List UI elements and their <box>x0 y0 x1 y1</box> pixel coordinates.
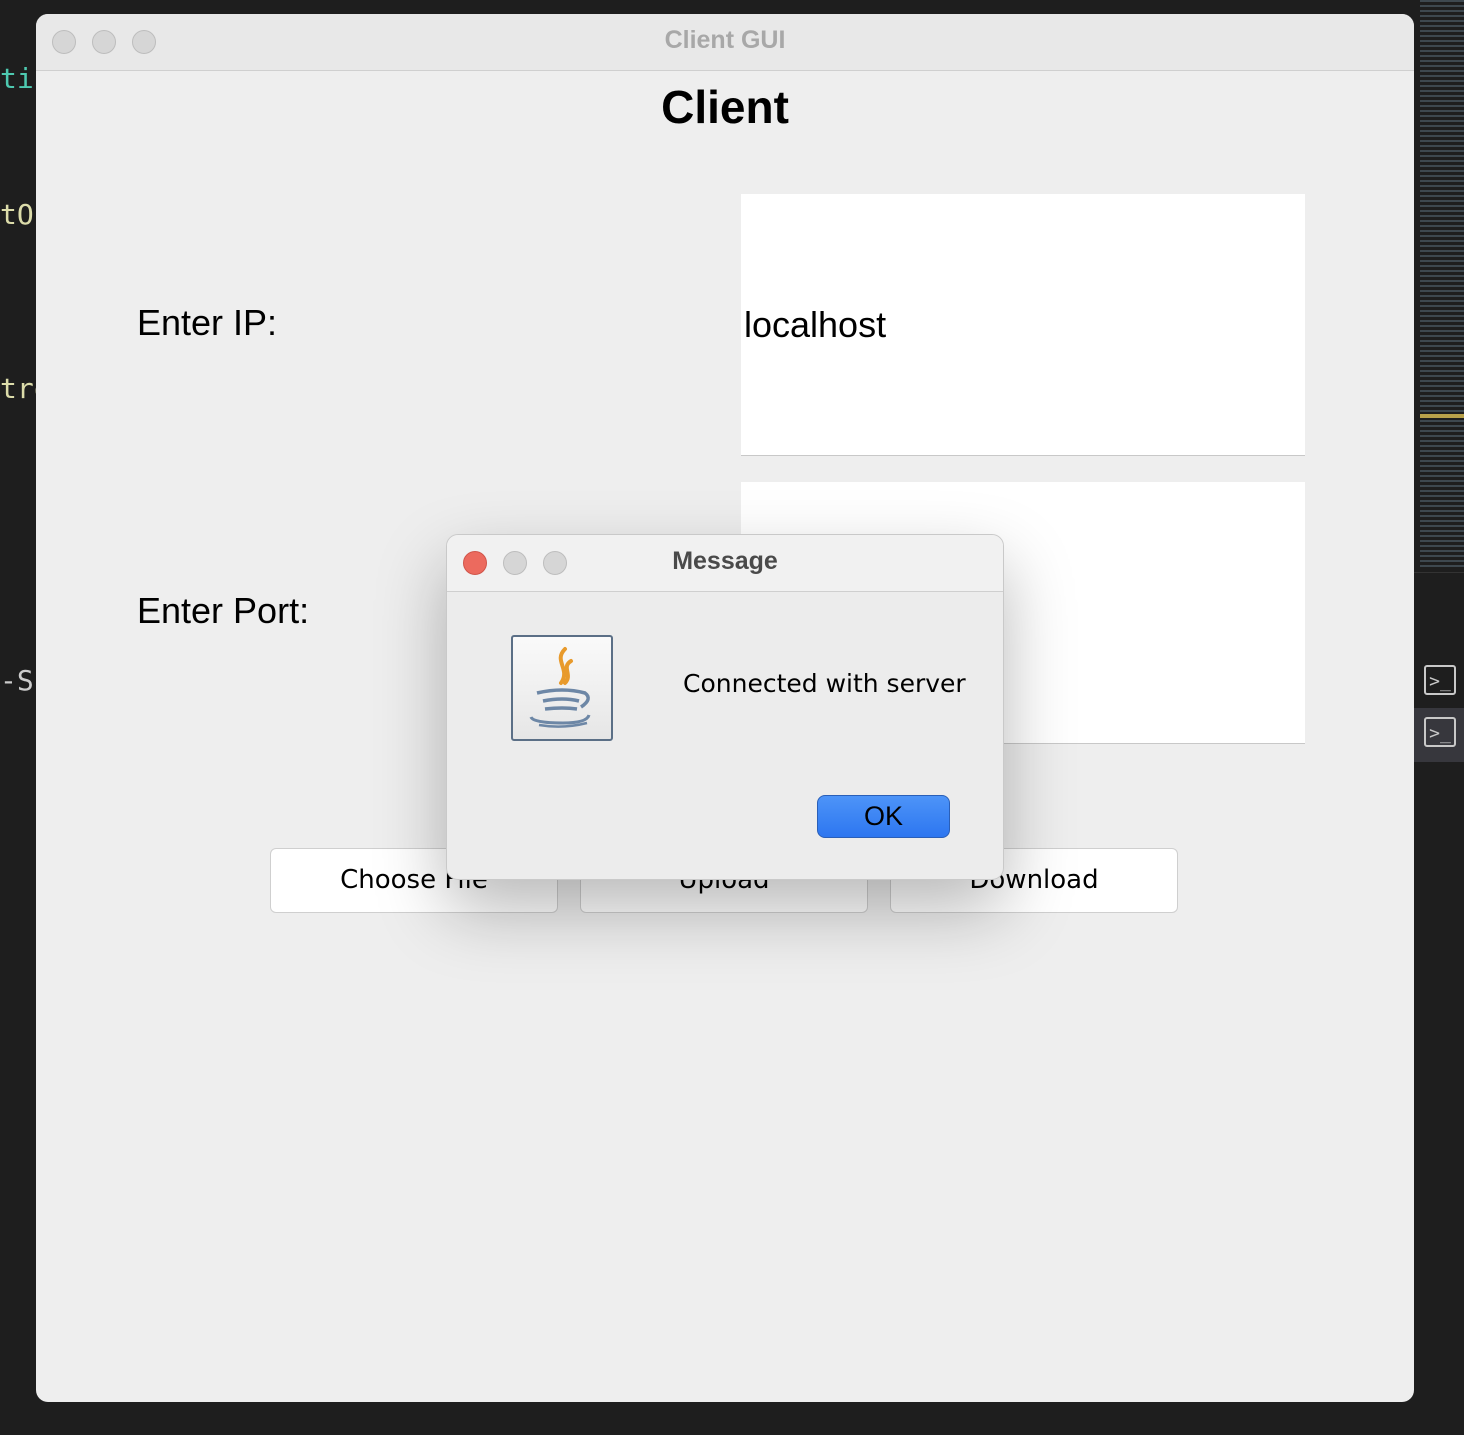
message-dialog: Message Connected with server OK <box>446 534 1004 880</box>
java-icon <box>511 635 613 741</box>
page-title: Client <box>661 81 789 133</box>
dialog-message: Connected with server <box>683 669 966 698</box>
terminal-icon[interactable]: >_ <box>1424 717 1456 747</box>
ip-input[interactable]: localhost <box>741 194 1305 456</box>
dialog-titlebar[interactable]: Message <box>447 535 1003 592</box>
terminal-panel <box>1414 572 1464 1435</box>
port-label: Enter Port: <box>137 590 310 631</box>
minimap-highlight <box>1420 414 1464 418</box>
code-fragment: -S <box>0 664 34 697</box>
editor-minimap[interactable] <box>1420 0 1464 570</box>
ok-button[interactable]: OK <box>817 795 950 838</box>
window-titlebar[interactable]: Client GUI <box>36 14 1414 71</box>
dialog-title: Message <box>672 547 778 575</box>
window-title: Client GUI <box>664 26 786 54</box>
terminal-icon[interactable]: >_ <box>1424 665 1456 695</box>
ip-label: Enter IP: <box>137 302 278 343</box>
